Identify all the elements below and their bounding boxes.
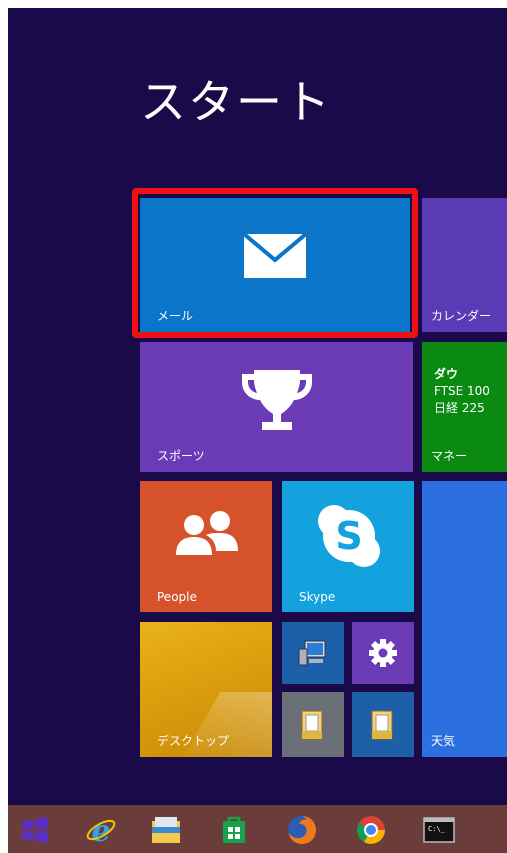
settings-icon <box>369 639 397 667</box>
money-ticker: ダウ FTSE 100 日経 225 <box>434 366 490 417</box>
windows-start-icon[interactable] <box>18 813 52 847</box>
chrome-icon[interactable] <box>354 813 388 847</box>
tile-desktop-label: デスクトップ <box>157 734 230 748</box>
tile-file-explorer[interactable] <box>282 692 344 757</box>
taskbar: e C:\_ <box>8 805 507 853</box>
tile-desktop[interactable]: デスクトップ <box>140 622 272 757</box>
command-prompt-icon[interactable]: C:\_ <box>422 813 456 847</box>
tile-calendar[interactable]: カレンダー <box>422 198 507 332</box>
start-title: スタート <box>140 75 332 129</box>
tile-settings[interactable] <box>352 622 414 684</box>
trophy-icon <box>242 370 312 430</box>
tile-file-explorer-2[interactable] <box>352 692 414 757</box>
tile-calendar-label: カレンダー <box>431 309 492 323</box>
svg-text:e: e <box>91 814 110 847</box>
command-prompt-text: C:\_ <box>428 825 445 833</box>
tile-skype-label: Skype <box>299 590 336 604</box>
tile-money[interactable]: ダウ FTSE 100 日経 225 マネー <box>422 342 507 472</box>
svg-text:S: S <box>335 514 362 558</box>
tile-weather-label: 天気 <box>431 734 456 748</box>
start-screen: スタート メール カレンダー スポーツ ダウ FTSE 100 日経 225 マ… <box>8 8 507 853</box>
tile-people[interactable]: People <box>140 481 272 612</box>
firefox-icon[interactable] <box>285 813 319 847</box>
skype-icon: S <box>318 505 380 567</box>
tile-mail-label: メール <box>157 309 194 323</box>
tile-mail[interactable]: メール <box>140 198 410 332</box>
tile-weather[interactable]: 天気 <box>422 481 507 757</box>
file-explorer-icon[interactable] <box>149 813 183 847</box>
store-icon[interactable] <box>217 813 251 847</box>
computer-icon <box>298 640 326 666</box>
file-explorer-icon <box>371 710 393 739</box>
file-explorer-icon <box>301 710 323 739</box>
internet-explorer-icon[interactable]: e <box>84 813 118 849</box>
tile-computer[interactable] <box>282 622 344 684</box>
people-icon <box>176 511 238 555</box>
mail-icon <box>244 234 306 278</box>
money-line: 日経 225 <box>434 401 485 415</box>
tile-skype[interactable]: S Skype <box>282 481 414 612</box>
tile-sports-label: スポーツ <box>157 449 205 463</box>
tile-people-label: People <box>157 590 197 604</box>
tile-sports[interactable]: スポーツ <box>140 342 413 472</box>
money-line: FTSE 100 <box>434 384 490 398</box>
tile-money-label: マネー <box>431 449 468 463</box>
money-line: ダウ <box>434 367 459 381</box>
